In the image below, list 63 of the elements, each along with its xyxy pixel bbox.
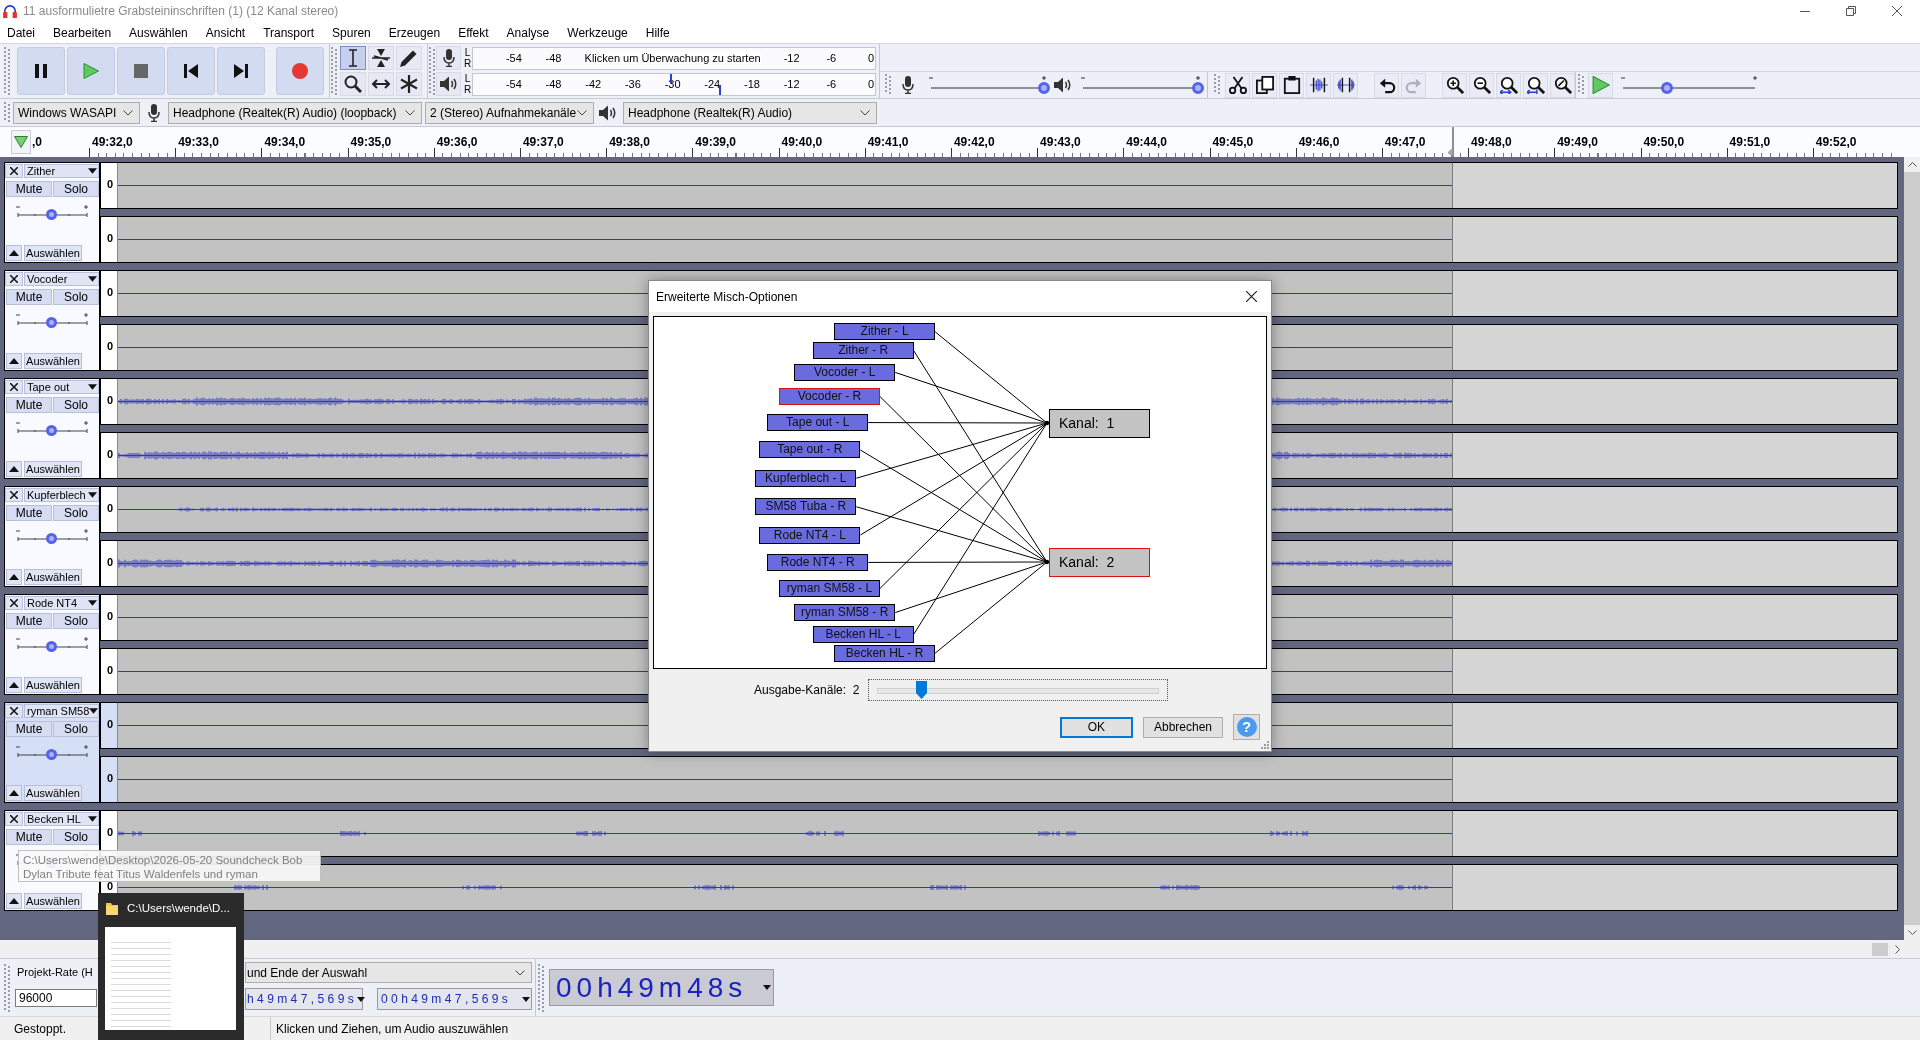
time-label: 49:36,0 <box>436 135 478 149</box>
channel-label: R <box>463 58 472 69</box>
time-label: 49:50,0 <box>1643 135 1685 149</box>
time-label: 49:34,0 <box>264 135 306 149</box>
ruler-label: 0 <box>106 395 113 405</box>
meter-scale-label: -18 <box>744 78 760 90</box>
time-label: 49:35,0 <box>350 135 392 149</box>
time-label: 49:33,0 <box>178 135 219 149</box>
time-label: 49:48,0 <box>1471 135 1512 149</box>
time-label: 49:37,0 <box>522 135 564 149</box>
time-label: 49:32,0 <box>92 135 133 149</box>
status-text: Gestoppt. <box>14 1021 67 1036</box>
time-label: 49:40,0 <box>781 135 823 149</box>
ruler-label: 0 <box>106 827 113 837</box>
time-label: 49:42,0 <box>953 135 995 149</box>
time-label: 49:51,0 <box>1729 135 1771 149</box>
meter-scale-label: -54 <box>505 78 522 90</box>
output-channels-label: Ausgabe-Kanäle: 2 <box>754 683 860 697</box>
ruler-label: 0 <box>106 881 113 891</box>
preview-title: C:\Users\wende\D... <box>127 902 230 914</box>
time-label: 49:43,0 <box>1040 135 1081 149</box>
ruler-label: 0 <box>106 611 113 621</box>
meter-scale-label: -42 <box>585 78 602 90</box>
ruler-label: 0 <box>106 665 113 675</box>
dialog-title: Erweiterte Misch-Optionen <box>656 289 798 304</box>
time-label: 49:38,0 <box>609 135 650 149</box>
time-label: 49:45,0 <box>1212 135 1254 149</box>
meter-scale-label: -54 <box>505 52 522 64</box>
time-label: 49:44,0 <box>1126 135 1167 149</box>
meter-scale-label: -12 <box>783 78 800 90</box>
ruler-label: 0 <box>106 557 113 567</box>
time-label: 49:49,0 <box>1557 135 1598 149</box>
meter-scale-label: -48 <box>545 78 562 90</box>
ruler-label: 0 <box>106 719 113 729</box>
meter-message: Klicken um Überwachung zu starten <box>584 52 761 64</box>
time-label: 49:39,0 <box>695 135 736 149</box>
channel-label: L <box>464 47 471 58</box>
meter-scale-label: 0 <box>867 78 875 90</box>
meter-scale-label: -6 <box>826 78 837 90</box>
ruler-label: 0 <box>106 287 113 297</box>
meter-scale-label: -36 <box>624 78 641 90</box>
channel-label: R <box>463 84 472 95</box>
meter-scale-label: -6 <box>826 52 837 64</box>
ruler-label: 0 <box>106 179 113 189</box>
ruler-label: 0 <box>106 233 113 243</box>
ruler-label: 0 <box>106 449 113 459</box>
ruler-label: 0 <box>106 773 113 783</box>
ruler-label: 0 <box>106 341 113 351</box>
window-title: 11 ausformulietre Grabsteininschriften (1) (12 Kanal stereo) <box>23 4 339 18</box>
meter-scale-label: -48 <box>545 52 562 64</box>
meter-scale-label: 0 <box>867 52 875 64</box>
status-hint: Klicken und Ziehen, um Audio auszuwählen <box>276 1021 509 1036</box>
time-label: 49:46,0 <box>1298 135 1340 149</box>
time-label: 49:41,0 <box>867 135 909 149</box>
time-label: 49:52,0 <box>1815 135 1857 149</box>
project-rate-label: Projekt-Rate (H <box>17 965 94 979</box>
time-label: 49:47,0 <box>1384 135 1426 149</box>
ruler-label: 0 <box>106 503 113 513</box>
meter-scale-label: -12 <box>783 52 800 64</box>
time-label: ,0 <box>32 135 42 149</box>
meter-scale-label: -24 <box>704 78 721 90</box>
tooltip: C:\Users\wende\Desktop\2026-05-20 Soundcheck Bob Dylan Tribute feat Titus Waldenfels und ryman <box>18 850 321 882</box>
channel-label: L <box>464 73 471 84</box>
